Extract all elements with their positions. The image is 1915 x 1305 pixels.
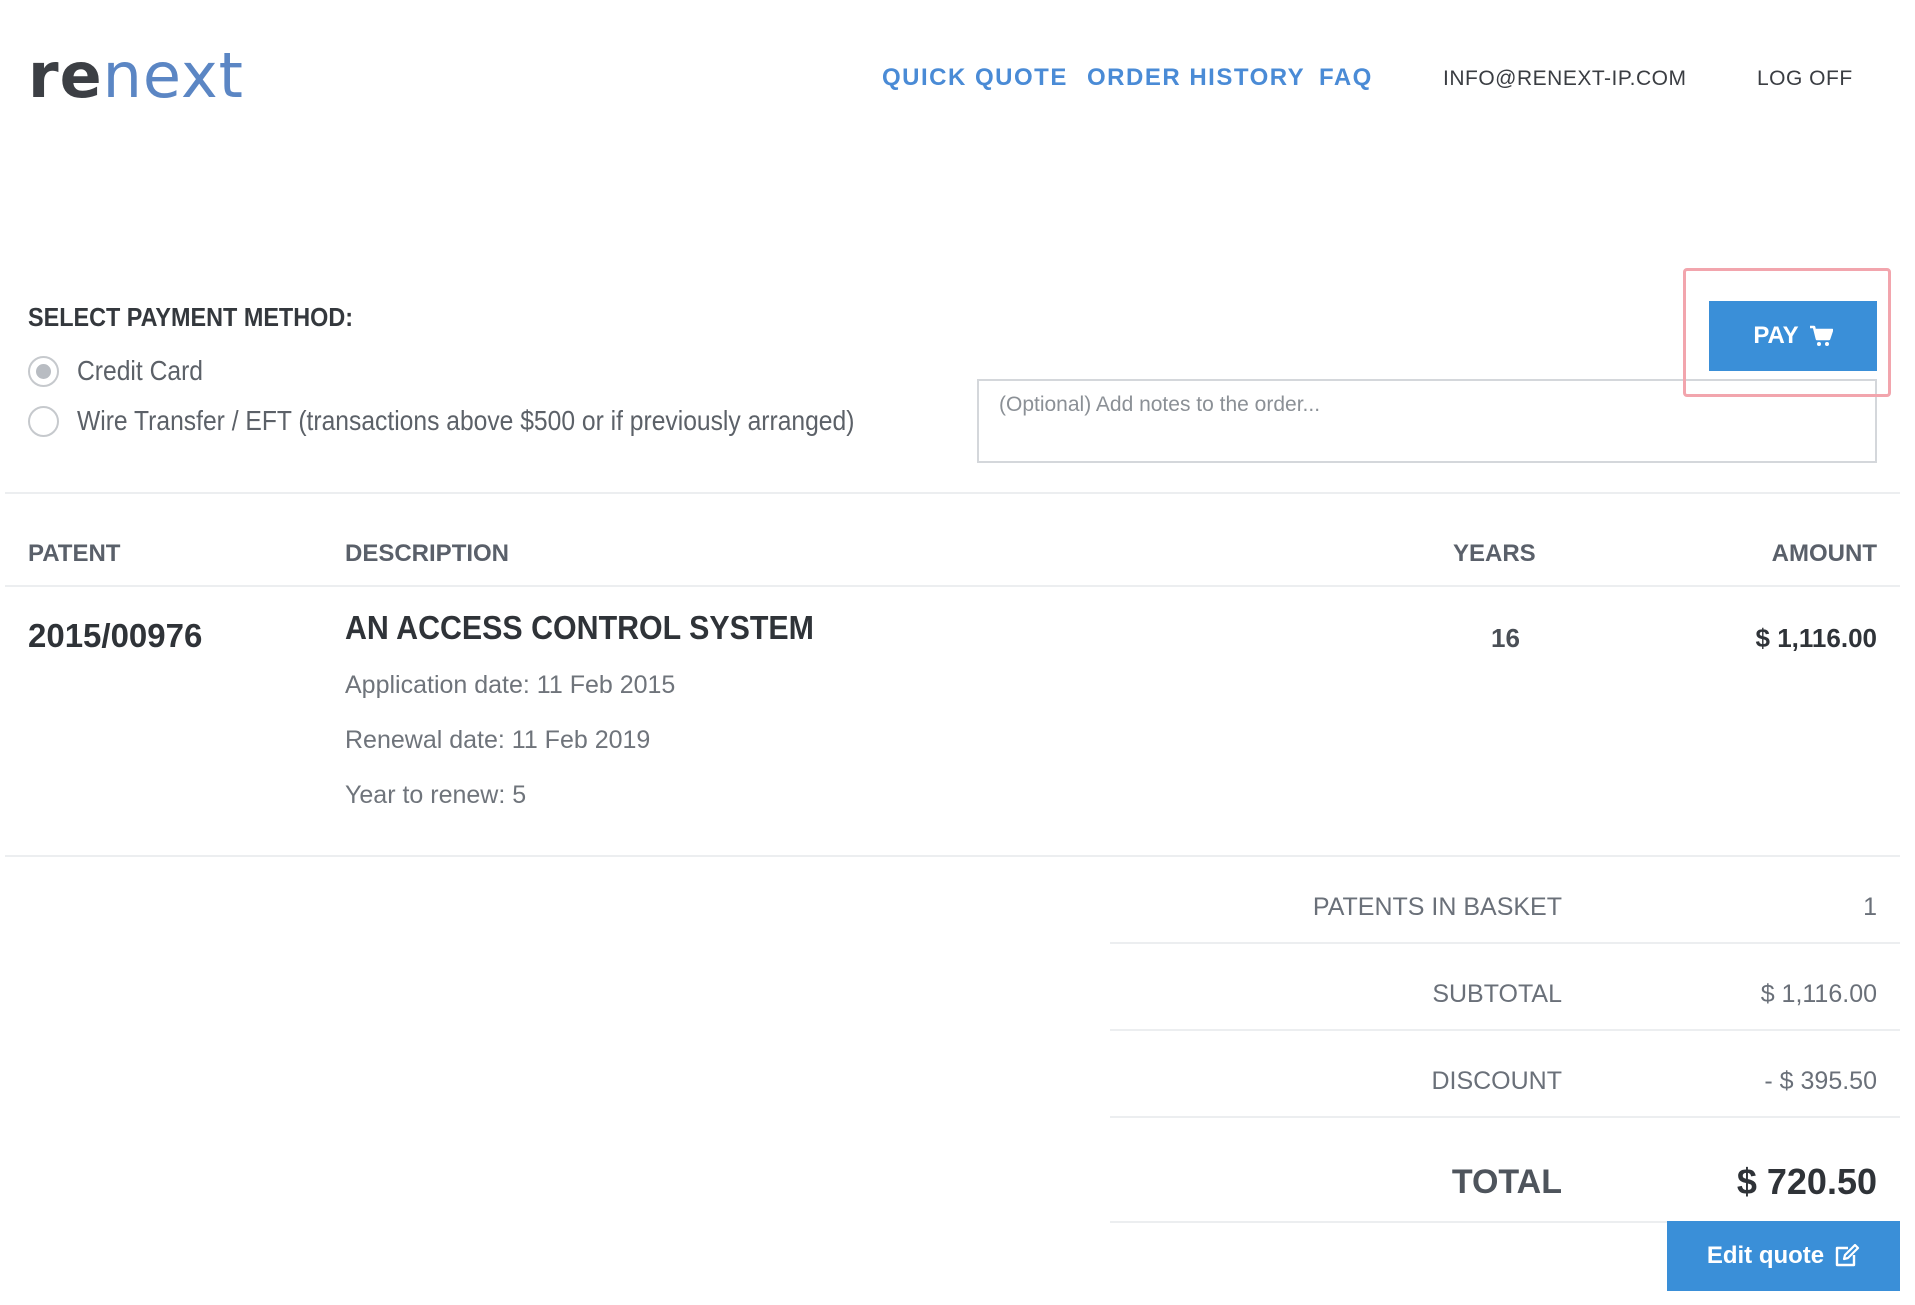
discount-label: DISCOUNT	[1431, 1067, 1562, 1095]
nav-email-link[interactable]: INFO@RENEXT-IP.COM	[1443, 67, 1686, 91]
payment-option-label: Wire Transfer / EFT (transactions above …	[77, 405, 855, 436]
year-to-renew: Year to renew: 5	[345, 781, 527, 809]
divider	[5, 492, 1900, 494]
column-header-years: YEARS	[1453, 540, 1536, 567]
column-header-patent: PATENT	[28, 540, 121, 567]
column-header-amount: AMOUNT	[1771, 540, 1877, 567]
renewal-date: Renewal date: 11 Feb 2019	[345, 726, 651, 754]
application-date: Application date: 11 Feb 2015	[345, 671, 676, 699]
subtotal-label: SUBTOTAL	[1432, 980, 1562, 1008]
radio-credit-card[interactable]	[28, 355, 59, 387]
radio-selected-dot	[36, 363, 51, 379]
payment-method-title: SELECT PAYMENT METHOD:	[28, 302, 354, 332]
divider	[5, 585, 1900, 587]
radio-wire-transfer[interactable]	[28, 405, 59, 437]
nav-quick-quote[interactable]: QUICK QUOTE	[882, 64, 1068, 92]
divider	[5, 855, 1900, 857]
nav-faq[interactable]: FAQ	[1319, 64, 1373, 92]
discount-value: - $ 395.50	[1764, 1067, 1877, 1095]
patent-number: 2015/00976	[28, 617, 203, 654]
amount-value: $ 1,116.00	[1755, 623, 1877, 653]
pay-button-label: PAY	[1753, 322, 1799, 349]
cart-icon	[1809, 325, 1833, 347]
edit-quote-button[interactable]: Edit quote	[1667, 1221, 1900, 1291]
patent-title: AN ACCESS CONTROL SYSTEM	[345, 609, 814, 646]
subtotal-value: $ 1,116.00	[1760, 980, 1877, 1008]
edit-quote-label: Edit quote	[1706, 1242, 1825, 1269]
summary-divider	[1110, 942, 1900, 944]
summary-divider	[1110, 1116, 1900, 1118]
renext-logo[interactable]: renext	[28, 45, 244, 107]
patents-in-basket-label: PATENTS IN BASKET	[1312, 893, 1562, 921]
total-value: $ 720.50	[1736, 1161, 1877, 1202]
edit-icon	[1834, 1244, 1860, 1268]
payment-option-wire-transfer[interactable]: Wire Transfer / EFT (transactions above …	[28, 405, 960, 437]
logo-text-re: re	[28, 39, 103, 112]
logo-text-next: next	[102, 39, 244, 112]
years-value: 16	[1491, 623, 1520, 653]
nav-log-off[interactable]: LOG OFF	[1757, 67, 1853, 91]
column-header-description: DESCRIPTION	[345, 540, 510, 567]
payment-option-label: Credit Card	[77, 355, 203, 386]
total-label: TOTAL	[1451, 1163, 1562, 1201]
nav-order-history[interactable]: ORDER HISTORY	[1087, 64, 1305, 92]
summary-divider	[1110, 1029, 1900, 1031]
payment-option-credit-card[interactable]: Credit Card	[28, 355, 220, 387]
page: renext QUICK QUOTE ORDER HISTORY FAQ INF…	[0, 0, 1915, 1305]
pay-button[interactable]: PAY	[1709, 301, 1877, 371]
patents-in-basket-value: 1	[1863, 893, 1877, 921]
